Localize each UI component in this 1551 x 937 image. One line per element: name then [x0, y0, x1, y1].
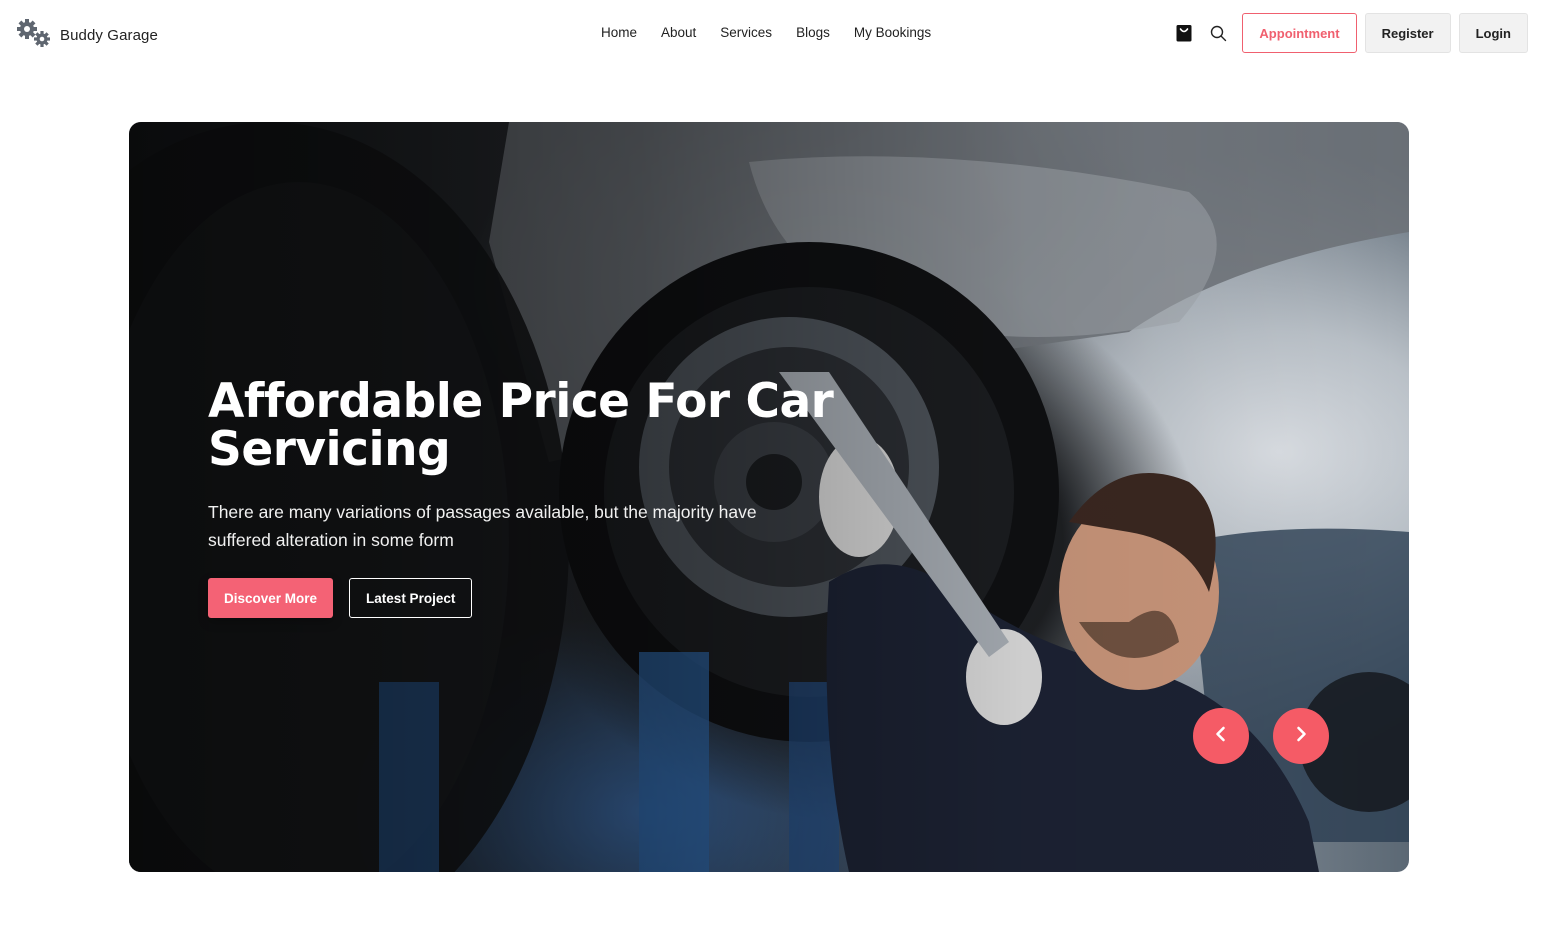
brand-name: Buddy Garage: [60, 27, 158, 44]
search-icon[interactable]: [1208, 23, 1228, 43]
nav-item-blogs: Blogs: [796, 24, 830, 42]
slider-prev-button[interactable]: [1193, 708, 1249, 764]
register-button[interactable]: Register: [1364, 13, 1451, 53]
chevron-right-icon: [1292, 725, 1310, 748]
nav-link-about[interactable]: About: [661, 25, 696, 40]
nav-item-about: About: [661, 24, 696, 42]
nav-item-home: Home: [601, 24, 637, 42]
hero-title: Affordable Price For Car Servicing: [208, 374, 834, 477]
latest-project-button[interactable]: Latest Project: [349, 578, 473, 618]
hero-content: Affordable Price For Car Servicing There…: [208, 378, 848, 618]
nav-link-blogs[interactable]: Blogs: [796, 25, 830, 40]
chevron-left-icon: [1212, 725, 1230, 748]
hero-slider: Affordable Price For Car Servicing There…: [129, 122, 1409, 872]
nav-link-services[interactable]: Services: [720, 25, 772, 40]
login-button[interactable]: Login: [1458, 13, 1528, 53]
hero-buttons: Discover More Latest Project: [208, 578, 848, 618]
navbar: Buddy Garage Home About Services Blogs M…: [0, 0, 1551, 68]
nav-actions: Appointment Register Login: [1174, 13, 1528, 53]
main-nav: Home About Services Blogs My Bookings: [601, 24, 931, 42]
nav-item-my-bookings: My Bookings: [854, 24, 931, 42]
brand-logo[interactable]: Buddy Garage: [16, 18, 158, 53]
nav-item-services: Services: [720, 24, 772, 42]
hero-description: There are many variations of passages av…: [208, 502, 757, 550]
shopping-bag-icon[interactable]: [1174, 23, 1194, 43]
nav-link-home[interactable]: Home: [601, 25, 637, 40]
appointment-button[interactable]: Appointment: [1242, 13, 1357, 53]
nav-link-my-bookings[interactable]: My Bookings: [854, 25, 931, 40]
gears-icon: [16, 18, 52, 53]
discover-more-button[interactable]: Discover More: [208, 578, 334, 618]
slider-next-button[interactable]: [1273, 708, 1329, 764]
